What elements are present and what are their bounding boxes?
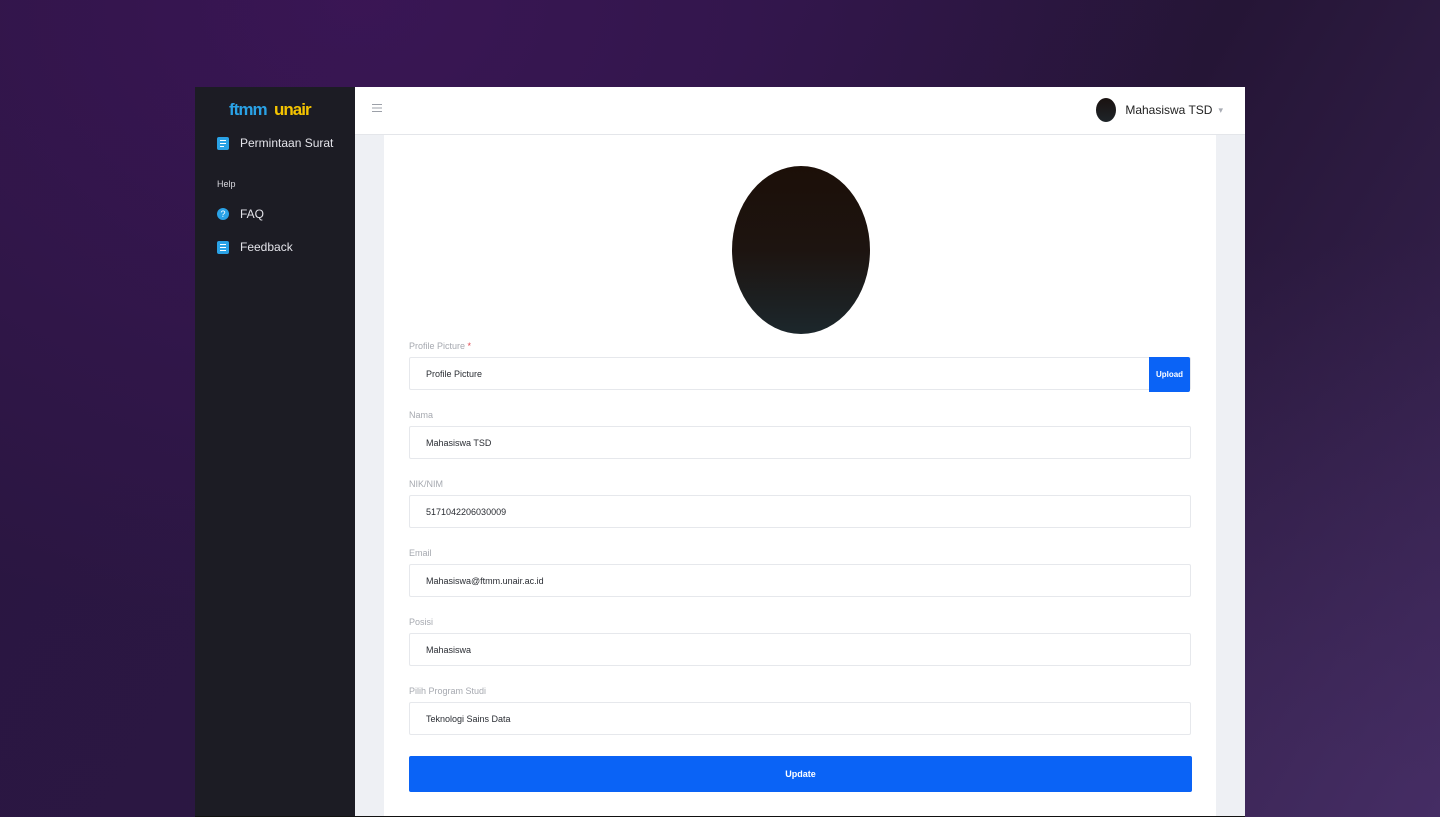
logo-ftmm-text: ftmm xyxy=(229,100,267,119)
nama-label: Nama xyxy=(409,410,434,420)
profile-picture-field[interactable]: Profile Picture Upload xyxy=(409,357,1191,392)
question-circle-icon: ? xyxy=(217,208,229,220)
document-icon xyxy=(217,136,229,150)
nik-label: NIK/NIM xyxy=(409,479,444,489)
avatar xyxy=(1096,98,1117,122)
posisi-value: Mahasiswa xyxy=(426,644,472,655)
posisi-field[interactable]: Mahasiswa xyxy=(409,633,1191,666)
email-value: Mahasiswa@ftmm.unair.ac.id xyxy=(426,575,544,586)
upload-button[interactable]: Upload xyxy=(1149,357,1190,392)
required-mark: * xyxy=(467,341,472,351)
sidebar-item-feedback[interactable]: Feedback xyxy=(217,237,293,257)
email-label: Email xyxy=(409,548,432,558)
sidebar-item-faq[interactable]: ? FAQ xyxy=(217,204,264,224)
ftmm-unair-logo[interactable]: ftmm unair xyxy=(229,99,321,121)
topbar: Mahasiswa TSD ▾ xyxy=(355,87,1245,135)
sidebar-item-label: Feedback xyxy=(240,240,293,254)
update-button[interactable]: Update xyxy=(409,756,1192,792)
posisi-label: Posisi xyxy=(409,617,434,627)
prodi-field[interactable]: Teknologi Sains Data xyxy=(409,702,1191,735)
logo-unair-text: unair xyxy=(274,100,312,119)
sidebar-item-label: Permintaan Surat xyxy=(240,136,334,150)
email-field[interactable]: Mahasiswa@ftmm.unair.ac.id xyxy=(409,564,1191,597)
hamburger-icon[interactable] xyxy=(372,102,384,114)
sidebar: ftmm unair Permintaan Surat Help ? FAQ F… xyxy=(195,87,355,817)
nik-field[interactable]: 5171042206030009 xyxy=(409,495,1191,528)
profile-card: Profile Picture * Profile Picture Upload… xyxy=(384,135,1216,817)
prodi-label: Pilih Program Studi xyxy=(409,686,487,696)
nama-field[interactable]: Mahasiswa TSD xyxy=(409,426,1191,459)
list-icon xyxy=(217,240,229,254)
user-name: Mahasiswa TSD xyxy=(1125,103,1213,117)
nik-value: 5171042206030009 xyxy=(426,506,507,517)
nama-value: Mahasiswa TSD xyxy=(426,437,492,448)
sidebar-section-help: Help xyxy=(217,179,236,189)
user-menu[interactable]: Mahasiswa TSD ▾ xyxy=(1096,98,1223,122)
prodi-value: Teknologi Sains Data xyxy=(426,713,511,724)
sidebar-item-permintaan-surat[interactable]: Permintaan Surat xyxy=(217,133,333,153)
profile-photo xyxy=(732,166,870,334)
profile-picture-label: Profile Picture * xyxy=(409,341,472,351)
app-window: ftmm unair Permintaan Surat Help ? FAQ F… xyxy=(195,87,1245,817)
chevron-down-icon: ▾ xyxy=(1218,104,1223,115)
profile-picture-value: Profile Picture xyxy=(426,368,483,379)
sidebar-item-label: FAQ xyxy=(240,207,265,221)
